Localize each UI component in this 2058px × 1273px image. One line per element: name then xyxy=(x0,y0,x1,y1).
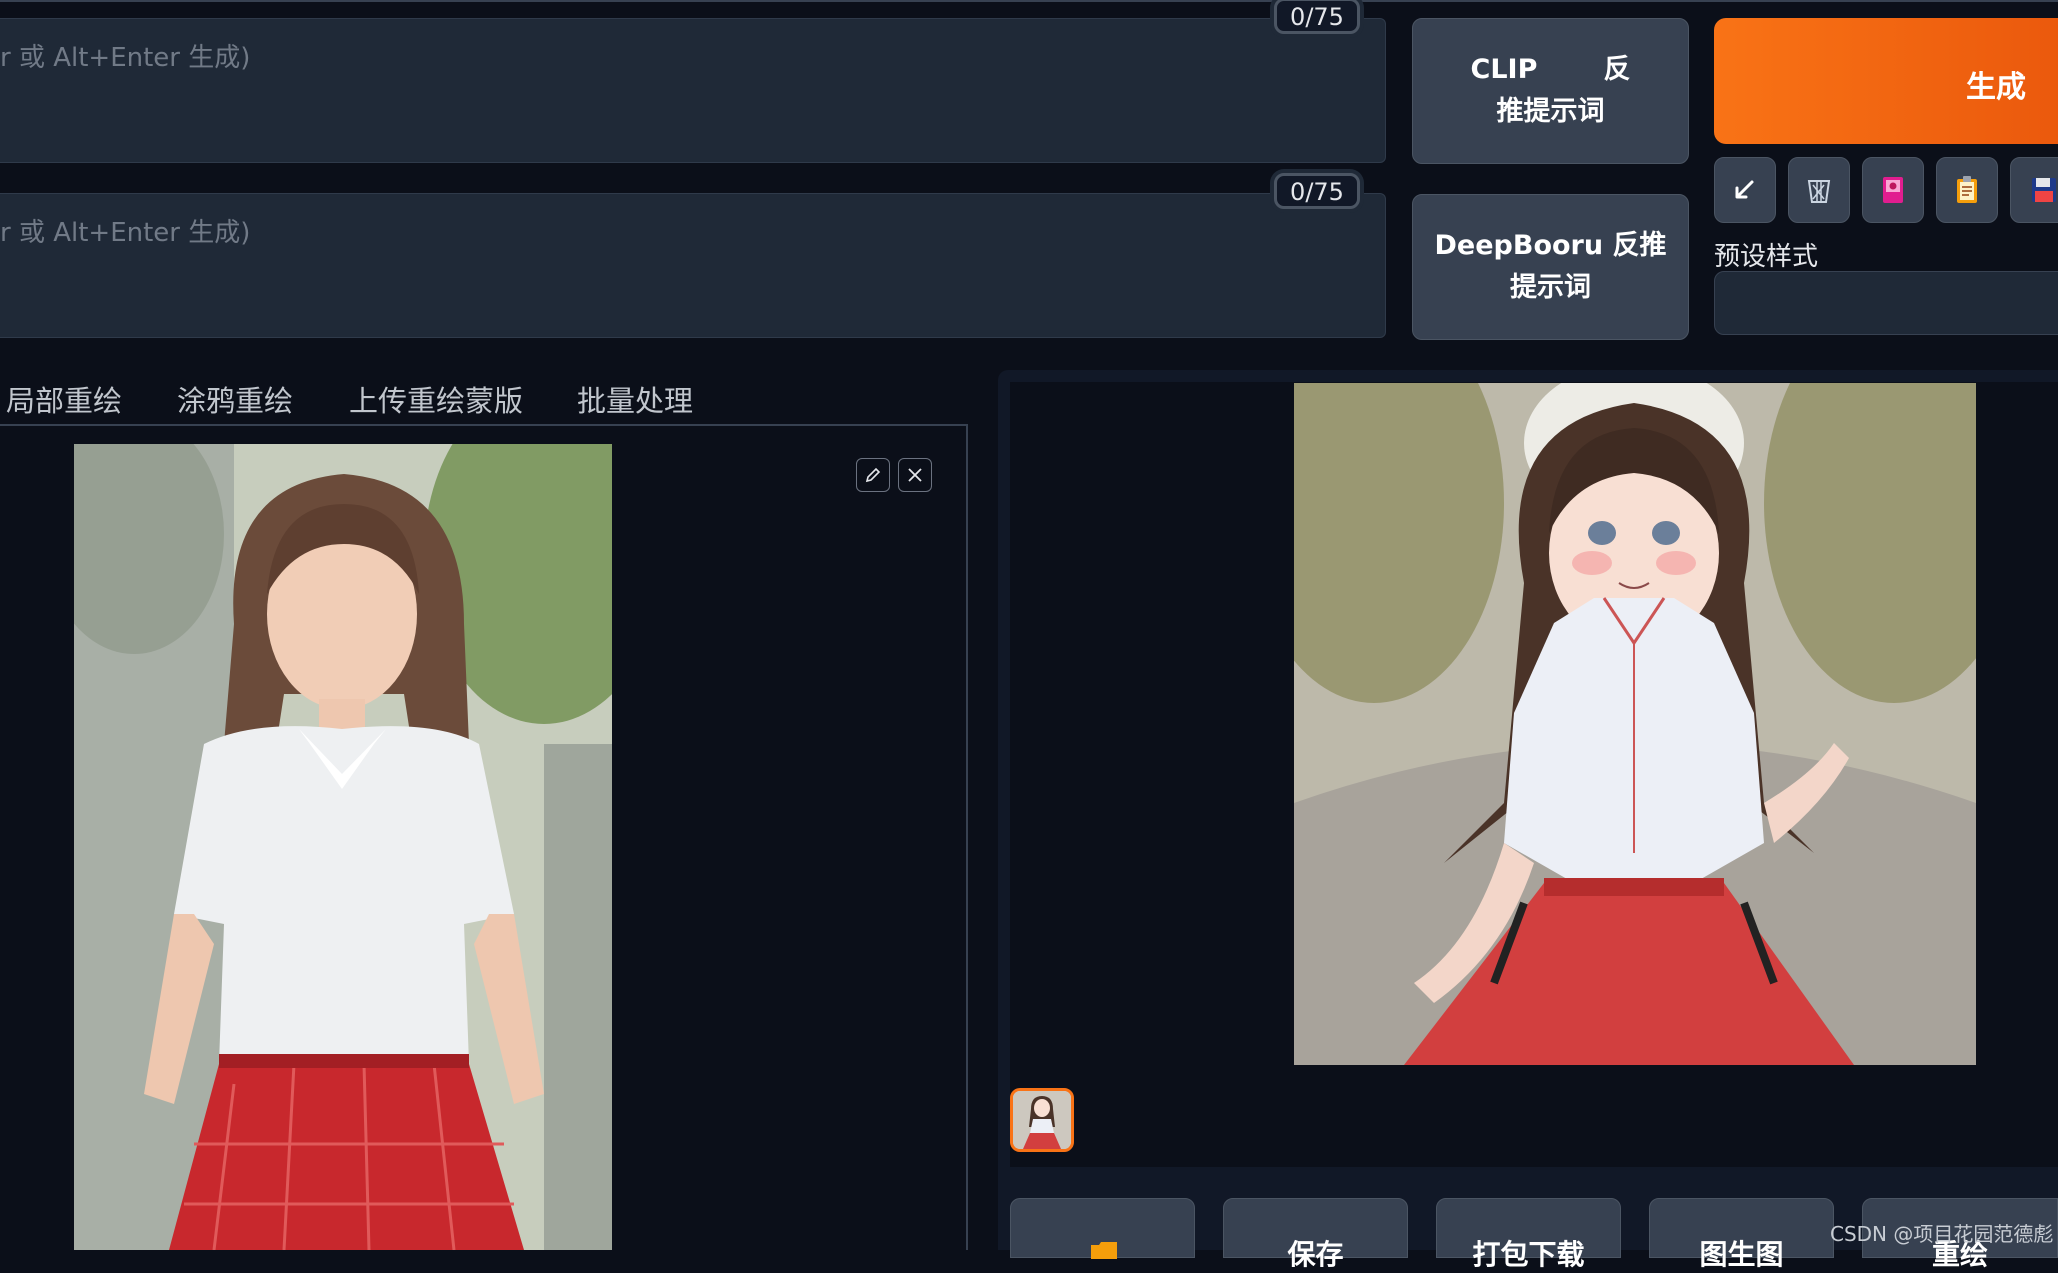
preset-styles-dropdown[interactable] xyxy=(1714,271,2058,335)
gallery-thumbnail[interactable] xyxy=(1010,1088,1074,1152)
apply-style-button[interactable] xyxy=(1936,157,1998,223)
arrow-icon xyxy=(1735,180,1754,199)
save-icon xyxy=(2032,178,2056,202)
negative-prompt-input[interactable]: r 或 Alt+Enter 生成) xyxy=(0,193,1386,338)
generated-image[interactable] xyxy=(1294,383,1976,1065)
generate-button[interactable]: 生成 xyxy=(1714,18,2058,144)
clip-label-suffix: 反 xyxy=(1603,54,1631,85)
tab-inpaint-upload[interactable]: 上传重绘蒙版 xyxy=(349,378,523,420)
open-folder-button[interactable] xyxy=(1010,1198,1195,1259)
pencil-icon xyxy=(865,467,881,483)
generate-label: 生成 xyxy=(1966,70,2026,105)
positive-prompt-input[interactable]: r 或 Alt+Enter 生成) xyxy=(0,18,1386,163)
preset-styles-label: 预设样式 xyxy=(1714,242,1819,272)
zip-download-button[interactable]: 打包下载 xyxy=(1436,1198,1621,1271)
deepbooru-label: DeepBooru 反推 xyxy=(1434,230,1667,261)
clipboard-icon xyxy=(1957,176,1977,203)
tab-batch[interactable]: 批量处理 xyxy=(577,378,693,420)
save-style-button[interactable] xyxy=(2010,157,2058,223)
negative-prompt-placeholder: r 或 Alt+Enter 生成) xyxy=(0,218,251,248)
tab-inpaint[interactable]: 局部重绘 xyxy=(6,378,122,420)
clip-interrogate-button[interactable]: CLIP 反 推提示词 xyxy=(1412,18,1689,164)
read-params-button[interactable] xyxy=(1714,157,1776,223)
close-icon xyxy=(908,468,922,482)
folder-icon xyxy=(1091,1242,1117,1259)
prompt-placeholder: r 或 Alt+Enter 生成) xyxy=(0,43,251,73)
show-extra-networks-button[interactable] xyxy=(1862,157,1924,223)
clear-image-button[interactable] xyxy=(898,458,932,492)
save-button[interactable]: 保存 xyxy=(1223,1198,1408,1271)
source-photo-illustration xyxy=(74,444,612,1250)
source-image[interactable] xyxy=(74,444,612,1250)
deepbooru-label-line2: 提示词 xyxy=(1509,272,1591,303)
trash-icon xyxy=(1807,180,1831,203)
tab-inpaint-sketch[interactable]: 涂鸦重绘 xyxy=(177,378,293,420)
send-to-img2img-button[interactable]: 图生图 xyxy=(1649,1198,1834,1271)
positive-token-counter: 0/75 xyxy=(1274,0,1360,34)
clip-label: CLIP xyxy=(1470,54,1538,85)
style-icon xyxy=(1883,177,1903,203)
clear-prompt-button[interactable] xyxy=(1788,157,1850,223)
edit-image-button[interactable] xyxy=(856,458,890,492)
thumbnail-illustration xyxy=(1013,1091,1071,1149)
negative-token-counter: 0/75 xyxy=(1274,173,1360,209)
deepbooru-interrogate-button[interactable]: DeepBooru 反推 提示词 xyxy=(1412,194,1689,340)
watermark: CSDN @项目花园范德彪 xyxy=(1830,1222,2054,1246)
generated-illustration xyxy=(1294,383,1976,1065)
clip-label-line2: 推提示词 xyxy=(1496,96,1605,127)
top-border xyxy=(0,0,2058,2)
